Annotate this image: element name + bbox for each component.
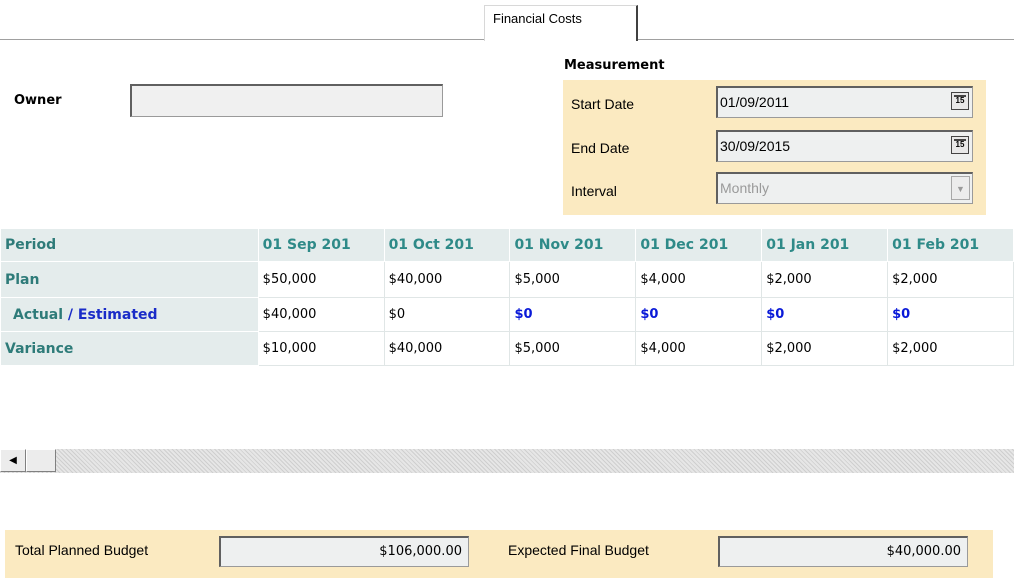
owner-input[interactable] [130, 84, 443, 117]
variance-cell: $10,000 [257, 331, 385, 366]
table-row-plan: Plan $50,000 $40,000 $5,000 $4,000 $2,00… [0, 261, 1014, 298]
table-row-actual: Actual / Estimated $40,000 $0 $0 $0 $0 $… [0, 297, 1014, 332]
plan-cell[interactable]: $4,000 [635, 261, 763, 298]
estimated-cell[interactable]: $0 [509, 297, 637, 332]
table-row-period: Period 01 Sep 201 01 Oct 201 01 Nov 201 … [0, 228, 1014, 262]
horizontal-scrollbar[interactable]: ◀ [0, 449, 1014, 473]
measurement-title: Measurement [564, 58, 665, 73]
interval-value: Monthly [720, 180, 770, 196]
tab-financial-costs[interactable]: Financial Costs [484, 5, 638, 41]
measurement-panel: Start Date 01/09/2011 15 End Date 30/09/… [563, 80, 986, 215]
period-grid: Period 01 Sep 201 01 Oct 201 01 Nov 201 … [0, 228, 1014, 366]
chevron-down-icon[interactable]: ▼ [951, 176, 970, 200]
estimated-label: Estimated [77, 306, 158, 323]
variance-cell: $40,000 [383, 331, 511, 366]
interval-label: Interval [571, 183, 617, 199]
expected-final-budget-label: Expected Final Budget [508, 542, 649, 558]
estimated-cell[interactable]: $0 [887, 297, 1014, 332]
variance-cell: $5,000 [509, 331, 637, 366]
tab-label: Financial Costs [493, 11, 582, 26]
column-header: 01 Sep 201 [257, 228, 385, 262]
actual-separator: / [63, 306, 78, 323]
calendar-icon[interactable]: 15 [951, 92, 969, 110]
plan-row-header: Plan [0, 261, 259, 298]
variance-cell: $2,000 [887, 331, 1014, 366]
column-header: 01 Jan 201 [761, 228, 889, 262]
plan-cell[interactable]: $2,000 [887, 261, 1014, 298]
plan-cell[interactable]: $2,000 [761, 261, 889, 298]
end-date-label: End Date [571, 140, 630, 156]
plan-cell[interactable]: $5,000 [509, 261, 637, 298]
column-header: 01 Nov 201 [509, 228, 637, 262]
variance-row-header: Variance [0, 331, 259, 366]
actual-label: Actual [13, 306, 64, 323]
column-header: 01 Dec 201 [635, 228, 763, 262]
scrollbar-thumb[interactable] [26, 449, 56, 472]
variance-cell: $4,000 [635, 331, 763, 366]
start-date-label: Start Date [571, 96, 635, 112]
end-date-value: 30/09/2015 [720, 138, 791, 154]
estimated-cell[interactable]: $0 [761, 297, 889, 332]
column-header: 01 Oct 201 [383, 228, 511, 262]
plan-cell[interactable]: $40,000 [383, 261, 511, 298]
start-date-field[interactable]: 01/09/2011 15 [716, 86, 973, 118]
plan-cell[interactable]: $50,000 [257, 261, 385, 298]
scroll-left-icon[interactable]: ◀ [0, 449, 26, 472]
period-row-header: Period [0, 228, 259, 262]
variance-cell: $2,000 [761, 331, 889, 366]
expected-final-budget-field[interactable]: $40,000.00 [718, 536, 968, 567]
actual-estimated-row-header: Actual / Estimated [0, 297, 259, 332]
estimated-cell[interactable]: $0 [635, 297, 763, 332]
table-row-variance: Variance $10,000 $40,000 $5,000 $4,000 $… [0, 331, 1014, 366]
end-date-field[interactable]: 30/09/2015 15 [716, 130, 973, 162]
actual-cell[interactable]: $40,000 [257, 297, 385, 332]
total-planned-budget-field[interactable]: $106,000.00 [219, 536, 469, 567]
budget-summary-panel: Total Planned Budget $106,000.00 Expecte… [5, 530, 993, 578]
owner-label: Owner [14, 93, 62, 108]
interval-select[interactable]: Monthly ▼ [716, 172, 973, 204]
calendar-icon[interactable]: 15 [951, 136, 969, 154]
actual-cell[interactable]: $0 [383, 297, 511, 332]
start-date-value: 01/09/2011 [720, 94, 790, 110]
total-planned-budget-label: Total Planned Budget [15, 542, 149, 558]
column-header: 01 Feb 201 [887, 228, 1014, 262]
